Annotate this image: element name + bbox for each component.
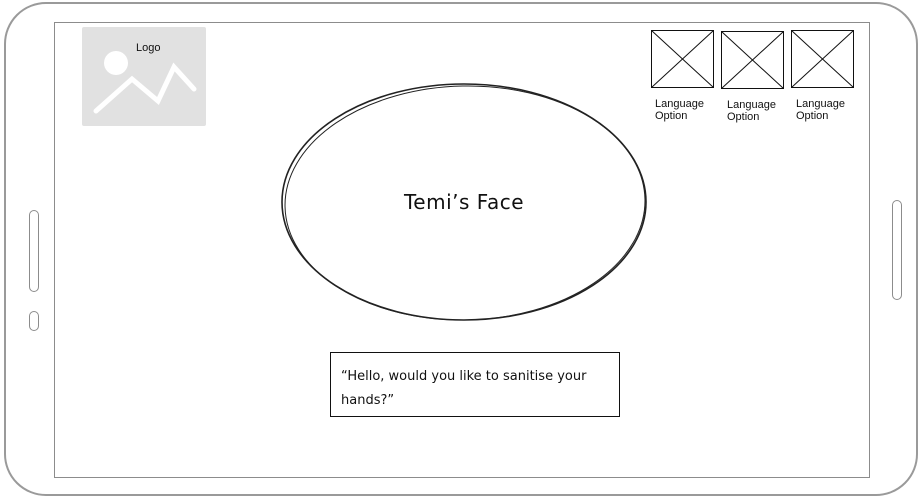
language-option-label: Language Option xyxy=(796,98,845,122)
volume-button xyxy=(29,210,39,292)
temi-face: Temi’s Face xyxy=(278,80,650,326)
speech-bubble: “Hello, would you like to sanitise your … xyxy=(330,352,620,417)
small-side-button xyxy=(29,311,39,331)
language-option-2[interactable]: Language Option xyxy=(721,31,785,123)
logo: Logo xyxy=(82,27,206,126)
image-placeholder-icon xyxy=(651,30,714,88)
language-option-1[interactable]: Language Option xyxy=(651,30,715,122)
power-button xyxy=(892,200,902,300)
image-placeholder-icon xyxy=(791,30,854,88)
image-placeholder-icon xyxy=(721,31,784,89)
language-option-label: Language Option xyxy=(655,98,704,122)
language-option-3[interactable]: Language Option xyxy=(791,30,855,122)
logo-label: Logo xyxy=(136,42,161,54)
language-option-label: Language Option xyxy=(727,99,776,123)
face-label: Temi’s Face xyxy=(403,190,525,214)
